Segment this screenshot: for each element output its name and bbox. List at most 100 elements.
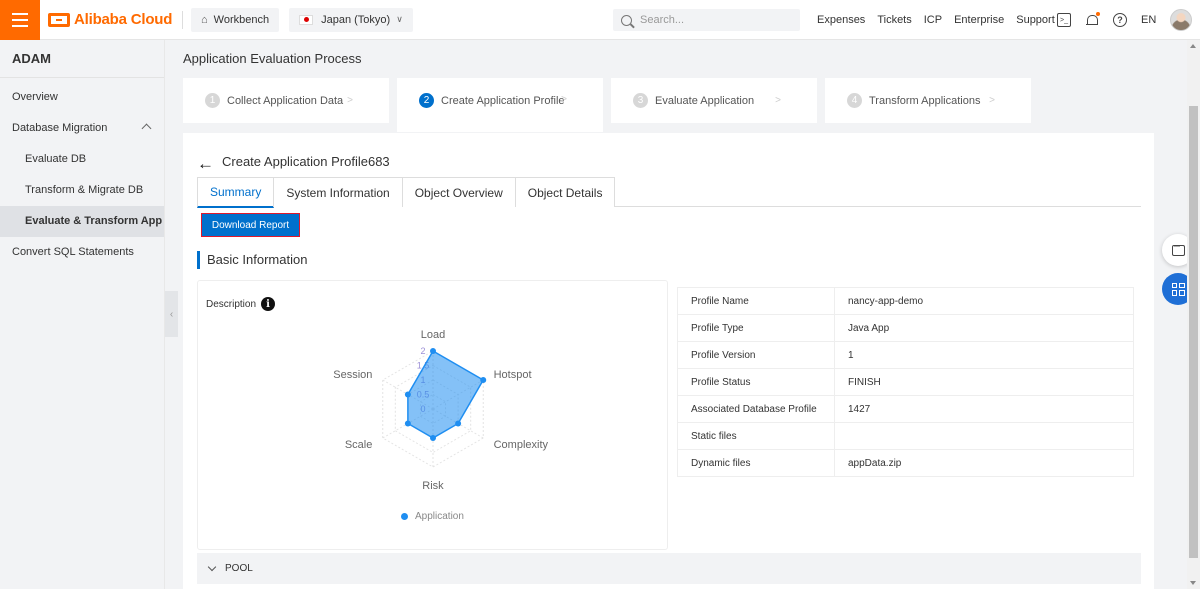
bell-icon[interactable] xyxy=(1085,12,1100,27)
terminal-icon[interactable]: >_ xyxy=(1057,13,1071,27)
search-input[interactable] xyxy=(640,14,780,26)
scrollbar[interactable] xyxy=(1187,40,1200,589)
data-point-scale[interactable] xyxy=(404,420,411,427)
chart-legend[interactable]: Application xyxy=(401,511,464,522)
region-label: Japan (Tokyo) xyxy=(321,13,391,26)
step-evaluate-application[interactable]: 3 Evaluate Application > xyxy=(611,78,817,123)
axis-label-session: Session xyxy=(333,369,372,381)
sidebar-item-database-migration[interactable]: Database Migration xyxy=(0,113,164,144)
table-row: Profile Type Java App xyxy=(677,314,1134,342)
chevron-up-icon xyxy=(141,123,152,134)
chevron-right-icon: > xyxy=(347,94,353,106)
top-bar: Alibaba Cloud ⌂ Workbench Japan (Tokyo) … xyxy=(0,0,1200,40)
info-value: 1427 xyxy=(834,395,1134,423)
data-point-risk[interactable] xyxy=(430,435,436,441)
axis-label-hotspot: Hotspot xyxy=(494,369,532,381)
profile-panel: ← Create Application Profile683 Summary … xyxy=(183,133,1154,589)
info-key: Dynamic files xyxy=(677,449,835,477)
workbench-button[interactable]: ⌂ Workbench xyxy=(191,7,280,32)
sidebar-item-evaluate-transform-app[interactable]: Evaluate & Transform App xyxy=(0,206,164,237)
sidebar-title: ADAM xyxy=(0,40,164,78)
info-key: Profile Type xyxy=(677,314,835,342)
data-point-hotspot[interactable] xyxy=(480,377,487,383)
info-key: Profile Version xyxy=(677,341,835,369)
data-point-load[interactable] xyxy=(430,348,436,354)
link-icp[interactable]: ICP xyxy=(924,14,942,26)
link-tickets[interactable]: Tickets xyxy=(877,14,911,26)
chevron-right-icon: > xyxy=(775,94,781,106)
japan-flag-icon xyxy=(299,14,314,25)
radial-tick-label: 2 xyxy=(420,346,425,356)
data-point-complexity[interactable] xyxy=(455,420,462,427)
profile-title: Create Application Profile683 xyxy=(222,154,390,169)
workbench-label: Workbench xyxy=(213,13,270,26)
table-row: Static files xyxy=(677,422,1134,450)
avatar[interactable] xyxy=(1170,9,1193,31)
table-row: Profile Name nancy-app-demo xyxy=(677,287,1134,315)
axis-label-risk: Risk xyxy=(422,480,444,492)
sidebar-item-evaluate-db[interactable]: Evaluate DB xyxy=(0,144,164,175)
alibaba-cloud-logo[interactable]: Alibaba Cloud xyxy=(48,11,176,28)
divider xyxy=(182,10,183,29)
info-value: FINISH xyxy=(834,368,1134,396)
brand-name: Alibaba Cloud xyxy=(74,11,173,28)
pool-label: POOL xyxy=(225,563,253,574)
info-key: Static files xyxy=(677,422,835,450)
back-arrow-icon[interactable]: ← xyxy=(197,155,214,172)
search-box[interactable] xyxy=(613,9,800,31)
chevron-right-icon: > xyxy=(989,94,995,106)
search-icon xyxy=(621,14,632,26)
chat-icon xyxy=(1171,241,1185,256)
alibaba-logo-icon xyxy=(48,12,70,27)
step-create-application-profile[interactable]: 2 Create Application Profile > xyxy=(397,78,603,132)
home-icon: ⌂ xyxy=(201,13,208,26)
top-links: Expenses Tickets ICP Enterprise Support xyxy=(817,0,1067,40)
tab-system-information[interactable]: System Information xyxy=(273,177,403,207)
info-value: Java App xyxy=(834,314,1134,342)
legend-dot-icon xyxy=(401,513,408,520)
step-collect-application-data[interactable]: 1 Collect Application Data > xyxy=(183,78,389,123)
tab-object-overview[interactable]: Object Overview xyxy=(401,177,516,207)
hamburger-menu-button[interactable] xyxy=(0,0,40,40)
top-icons: >_ ? EN xyxy=(1057,0,1193,40)
tab-object-details[interactable]: Object Details xyxy=(514,177,616,207)
data-point-session[interactable] xyxy=(404,391,411,398)
apps-grid-icon xyxy=(1171,282,1185,296)
download-report-button[interactable]: Download Report xyxy=(201,213,300,237)
step-label: Collect Application Data xyxy=(227,94,344,107)
scrollbar-thumb[interactable] xyxy=(1189,106,1198,558)
step-label: Evaluate Application xyxy=(655,94,755,107)
sidebar-item-convert-sql[interactable]: Convert SQL Statements xyxy=(0,237,164,268)
sidebar-item-transform-migrate-db[interactable]: Transform & Migrate DB xyxy=(0,175,164,206)
axis-label-scale: Scale xyxy=(345,439,373,451)
help-icon[interactable]: ? xyxy=(1113,13,1127,27)
page-title: Application Evaluation Process xyxy=(183,51,362,66)
info-key: Profile Name xyxy=(677,287,835,315)
link-expenses[interactable]: Expenses xyxy=(817,14,865,26)
table-row: Profile Status FINISH xyxy=(677,368,1134,396)
pool-collapse-header[interactable]: POOL xyxy=(197,553,1141,584)
step-number: 1 xyxy=(205,93,220,108)
scroll-up-icon[interactable] xyxy=(1190,44,1196,48)
info-key: Associated Database Profile xyxy=(677,395,835,423)
info-value xyxy=(834,422,1134,450)
process-steps: 1 Collect Application Data > 2 Create Ap… xyxy=(183,78,1039,132)
radar-chart-card: Description i 00.511.52LoadHotspotComple… xyxy=(197,280,668,550)
legend-label: Application xyxy=(415,511,464,522)
sidebar-item-overview[interactable]: Overview xyxy=(0,82,164,113)
table-row: Dynamic files appData.zip xyxy=(677,449,1134,477)
scroll-down-icon[interactable] xyxy=(1190,581,1196,585)
notification-dot xyxy=(1096,12,1100,16)
link-enterprise[interactable]: Enterprise xyxy=(954,14,1004,26)
info-value: appData.zip xyxy=(834,449,1134,477)
language-switch[interactable]: EN xyxy=(1141,14,1156,26)
profile-info-table: Profile Name nancy-app-demo Profile Type Ja… xyxy=(677,287,1134,477)
step-transform-applications[interactable]: 4 Transform Applications > xyxy=(825,78,1031,123)
info-value: 1 xyxy=(834,341,1134,369)
region-selector[interactable]: Japan (Tokyo) ∨ xyxy=(289,7,413,32)
tab-summary[interactable]: Summary xyxy=(197,177,275,208)
link-support[interactable]: Support xyxy=(1016,14,1055,26)
back-row: ← Create Application Profile683 xyxy=(197,151,390,172)
info-value: nancy-app-demo xyxy=(834,287,1134,315)
main-content: Application Evaluation Process 1 Collect… xyxy=(165,40,1187,589)
